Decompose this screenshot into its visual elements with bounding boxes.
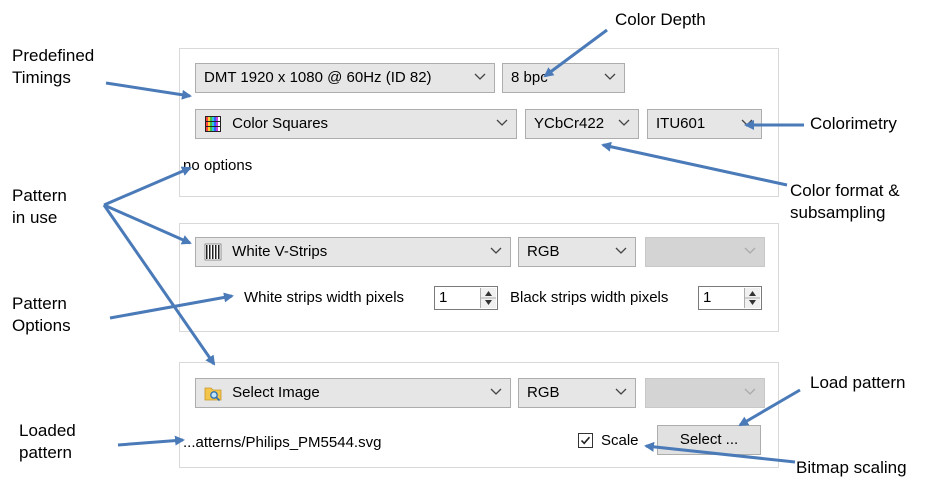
arrow-load-pattern [738,388,801,427]
arrow-predefined-timings [105,81,192,100]
arrow-loaded-pattern [117,435,185,447]
arrow-bitmap-scaling [644,441,796,464]
callout-arrows [102,28,804,464]
arrow-pattern-in-use-1 [103,166,192,207]
arrow-color-depth [543,28,608,78]
arrow-color-format [601,141,788,187]
